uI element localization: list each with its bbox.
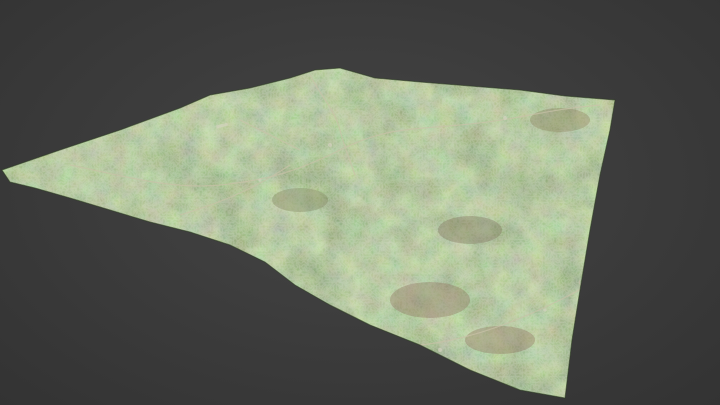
terrain-scene[interactable] [0,0,720,405]
terrain-mesh[interactable] [0,60,620,405]
3d-viewer-canvas[interactable] [0,0,720,405]
field-speckle [2,68,615,398]
